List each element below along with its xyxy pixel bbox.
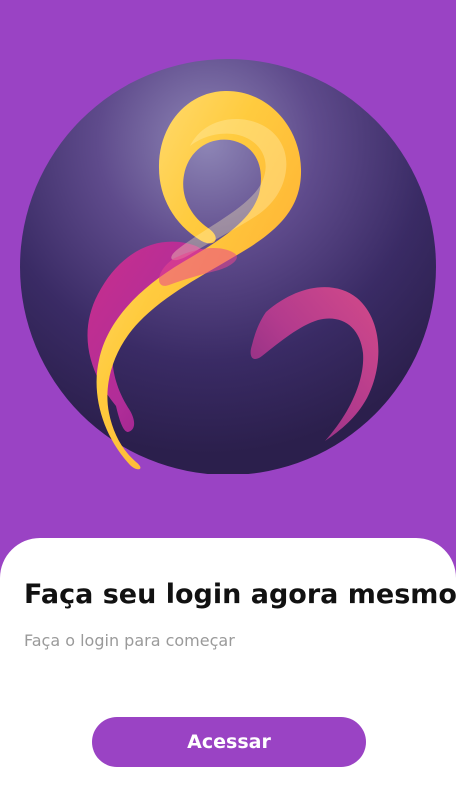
hero-section xyxy=(0,0,456,560)
page-subtitle: Faça o login para começar xyxy=(24,631,235,650)
access-button[interactable]: Acessar xyxy=(92,717,366,767)
figure-eight-ribbon-logo-icon xyxy=(18,58,439,474)
page-title: Faça seu login agora mesmo! xyxy=(24,579,456,610)
